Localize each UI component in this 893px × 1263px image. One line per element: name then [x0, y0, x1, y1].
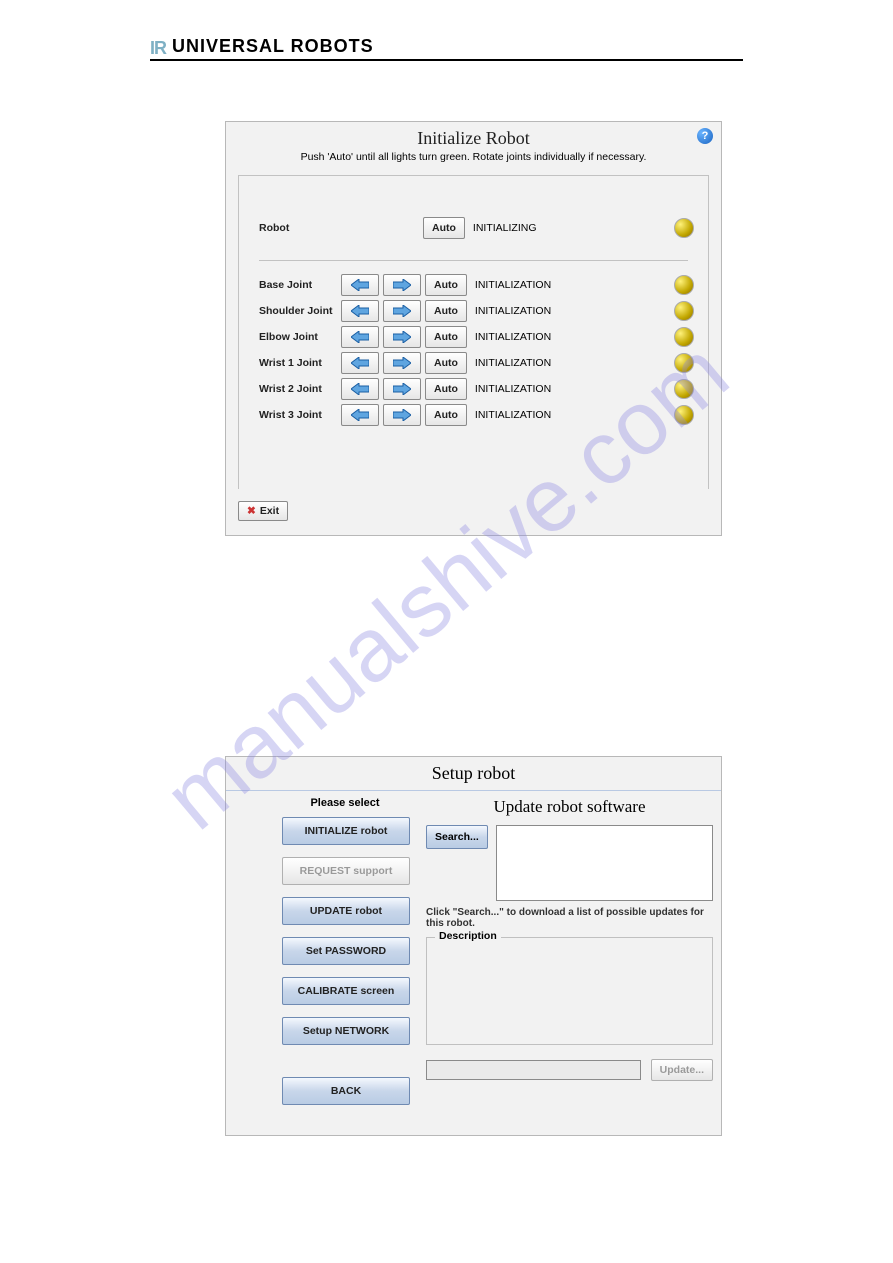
close-icon: ✖: [247, 505, 256, 517]
joint-status: INITIALIZATION: [475, 279, 551, 291]
updates-list-box[interactable]: [496, 825, 713, 901]
joint-row: Base Joint Auto INITIALIZATION: [259, 273, 688, 297]
initialize-robot-button[interactable]: INITIALIZE robot: [282, 817, 410, 845]
update-path-input[interactable]: [426, 1060, 641, 1080]
joint-auto-button[interactable]: Auto: [425, 352, 467, 374]
arrow-left-button[interactable]: [341, 404, 379, 426]
joint-label: Wrist 2 Joint: [259, 383, 337, 395]
arrow-right-button[interactable]: [383, 378, 421, 400]
panel-title: Initialize Robot: [226, 122, 721, 151]
brand-logo-icon: IR: [150, 39, 166, 57]
setup-left-column: Please select INITIALIZE robot REQUEST s…: [282, 797, 408, 1117]
joint-led-icon: [674, 327, 694, 347]
brand: IR UNIVERSAL ROBOTS: [150, 36, 743, 57]
please-select-label: Please select: [282, 797, 408, 809]
arrow-left-button[interactable]: [341, 300, 379, 322]
joint-label: Wrist 1 Joint: [259, 357, 337, 369]
robot-auto-button[interactable]: Auto: [423, 217, 465, 239]
robot-led-icon: [674, 218, 694, 238]
robot-status: INITIALIZING: [473, 222, 537, 234]
joint-led-icon: [674, 405, 694, 425]
joint-label: Shoulder Joint: [259, 305, 337, 317]
joint-status: INITIALIZATION: [475, 383, 551, 395]
joint-row: Shoulder Joint Auto INITIALIZATION: [259, 299, 688, 323]
description-box: Description: [426, 937, 713, 1045]
arrow-right-button[interactable]: [383, 352, 421, 374]
joint-row: Wrist 1 Joint Auto INITIALIZATION: [259, 351, 688, 375]
setup-right-column: Update robot software Search... Click "S…: [426, 797, 713, 1117]
arrow-right-button[interactable]: [383, 326, 421, 348]
update-button: Update...: [651, 1059, 713, 1081]
search-hint: Click "Search..." to download a list of …: [426, 907, 713, 929]
search-button[interactable]: Search...: [426, 825, 488, 849]
joint-row: Elbow Joint Auto INITIALIZATION: [259, 325, 688, 349]
joint-status: INITIALIZATION: [475, 357, 551, 369]
update-software-title: Update robot software: [426, 797, 713, 825]
joint-auto-button[interactable]: Auto: [425, 378, 467, 400]
joint-label: Elbow Joint: [259, 331, 337, 343]
exit-label: Exit: [260, 505, 279, 517]
panel-body: Robot Auto INITIALIZING Base Joint Auto …: [238, 175, 709, 489]
joint-label: Wrist 3 Joint: [259, 409, 337, 421]
joint-led-icon: [674, 353, 694, 373]
joint-auto-button[interactable]: Auto: [425, 404, 467, 426]
arrow-right-button[interactable]: [383, 274, 421, 296]
joint-status: INITIALIZATION: [475, 409, 551, 421]
joint-auto-button[interactable]: Auto: [425, 274, 467, 296]
back-button[interactable]: BACK: [282, 1077, 410, 1105]
arrow-right-button[interactable]: [383, 404, 421, 426]
panel-subtitle: Push 'Auto' until all lights turn green.…: [226, 151, 721, 169]
initialize-robot-panel: ? Initialize Robot Push 'Auto' until all…: [225, 121, 722, 536]
brand-title: UNIVERSAL ROBOTS: [172, 36, 374, 57]
divider: [259, 260, 688, 261]
update-robot-button[interactable]: UPDATE robot: [282, 897, 410, 925]
joint-led-icon: [674, 301, 694, 321]
robot-label: Robot: [259, 222, 419, 234]
joint-label: Base Joint: [259, 279, 337, 291]
arrow-left-button[interactable]: [341, 274, 379, 296]
setup-robot-panel: Setup robot Please select INITIALIZE rob…: [225, 756, 722, 1136]
set-password-button[interactable]: Set PASSWORD: [282, 937, 410, 965]
joint-status: INITIALIZATION: [475, 331, 551, 343]
joint-led-icon: [674, 275, 694, 295]
joint-row: Wrist 3 Joint Auto INITIALIZATION: [259, 403, 688, 427]
calibrate-screen-button[interactable]: CALIBRATE screen: [282, 977, 410, 1005]
arrow-left-button[interactable]: [341, 326, 379, 348]
arrow-left-button[interactable]: [341, 352, 379, 374]
joint-status: INITIALIZATION: [475, 305, 551, 317]
page-header: IR UNIVERSAL ROBOTS: [150, 36, 743, 61]
setup-title: Setup robot: [226, 757, 721, 791]
arrow-right-button[interactable]: [383, 300, 421, 322]
joint-auto-button[interactable]: Auto: [425, 300, 467, 322]
setup-network-button[interactable]: Setup NETWORK: [282, 1017, 410, 1045]
help-icon[interactable]: ?: [697, 128, 713, 144]
exit-button[interactable]: ✖ Exit: [238, 501, 288, 521]
robot-row: Robot Auto INITIALIZING: [259, 216, 688, 240]
joint-auto-button[interactable]: Auto: [425, 326, 467, 348]
joint-led-icon: [674, 379, 694, 399]
description-label: Description: [435, 930, 501, 942]
request-support-button: REQUEST support: [282, 857, 410, 885]
arrow-left-button[interactable]: [341, 378, 379, 400]
joint-row: Wrist 2 Joint Auto INITIALIZATION: [259, 377, 688, 401]
